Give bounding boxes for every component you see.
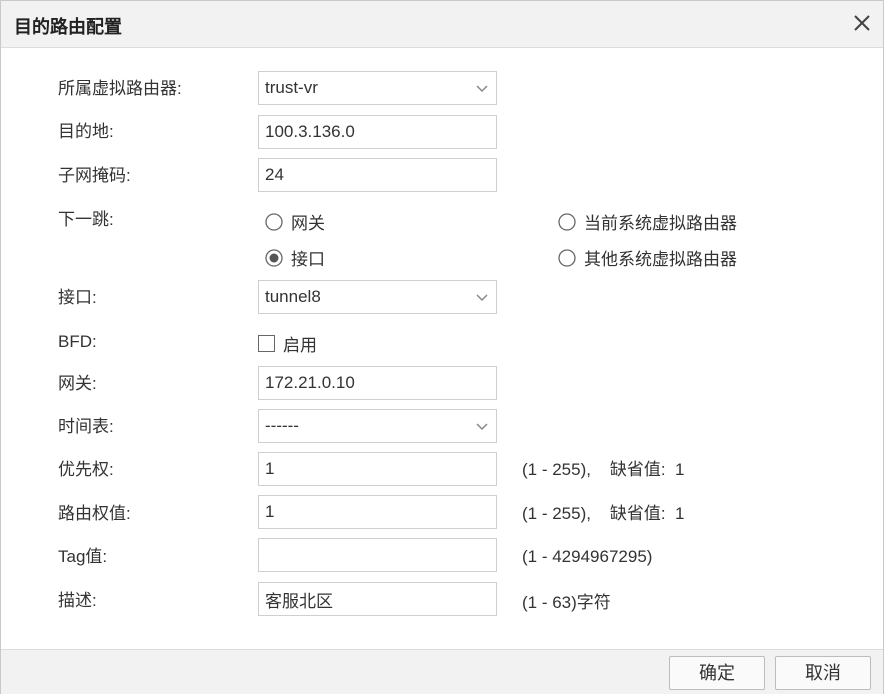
priority-hint: (1 - 255), 缺省值: 1 [522,460,685,479]
tag-hint: (1 - 4294967295) [522,547,653,566]
route-weight-input[interactable] [258,495,497,529]
bfd-enable-label: 启用 [283,336,317,355]
next-hop-gateway-radio[interactable]: 网关 [265,209,325,234]
schedule-label: 时间表: [58,417,114,436]
priority-input[interactable] [258,452,497,486]
radio-unchecked-icon [265,212,283,231]
bfd-label: BFD: [58,332,97,351]
bfd-enable-checkbox[interactable]: 启用 [258,331,317,356]
interface-select[interactable]: tunnel8 [258,280,497,314]
next-hop-interface-radio[interactable]: 接口 [265,245,325,270]
interface-label: 接口: [58,288,97,307]
chevron-down-icon [476,85,488,93]
next-hop-gateway-label: 网关 [291,214,325,233]
interface-value: tunnel8 [265,287,321,306]
close-button[interactable] [849,10,875,36]
radio-unchecked-icon [558,248,576,267]
subnet-mask-input[interactable] [258,158,497,192]
route-config-dialog: 目的路由配置 所属虚拟路由器: trust-vr 目的地: 子网掩码: 下一跳:… [0,0,884,694]
next-hop-current-vr-radio[interactable]: 当前系统虚拟路由器 [558,209,737,234]
destination-input[interactable] [258,115,497,149]
dialog-title: 目的路由配置 [14,17,122,37]
cancel-button[interactable]: 取消 [775,656,871,690]
chevron-down-icon [476,423,488,431]
next-hop-label: 下一跳: [58,210,114,229]
next-hop-interface-label: 接口 [291,250,325,269]
tag-label: Tag值: [58,547,108,566]
gateway-input[interactable] [258,366,497,400]
gateway-label: 网关: [58,374,97,393]
radio-checked-icon [265,248,283,267]
description-label: 描述: [58,591,97,610]
chevron-down-icon [476,294,488,302]
next-hop-other-vr-radio[interactable]: 其他系统虚拟路由器 [558,245,737,270]
tag-input[interactable] [258,538,497,572]
radio-unchecked-icon [558,212,576,231]
virtual-router-select[interactable]: trust-vr [258,71,497,105]
schedule-select[interactable]: ------ [258,409,497,443]
checkbox-unchecked-icon [258,335,275,352]
description-hint: (1 - 63)字符 [522,593,611,612]
close-icon [854,15,870,31]
next-hop-current-vr-label: 当前系统虚拟路由器 [584,214,737,233]
subnet-mask-label: 子网掩码: [58,166,131,185]
next-hop-other-vr-label: 其他系统虚拟路由器 [584,250,737,269]
route-weight-hint: (1 - 255), 缺省值: 1 [522,504,685,523]
priority-label: 优先权: [58,460,114,479]
virtual-router-label: 所属虚拟路由器: [58,79,182,98]
destination-label: 目的地: [58,122,114,141]
dialog-titlebar: 目的路由配置 [1,1,883,48]
schedule-value: ------ [265,416,299,435]
dialog-footer: 确定 取消 [1,649,883,694]
ok-button[interactable]: 确定 [669,656,765,690]
route-weight-label: 路由权值: [58,504,131,523]
description-input[interactable] [258,582,497,616]
virtual-router-value: trust-vr [265,78,318,97]
